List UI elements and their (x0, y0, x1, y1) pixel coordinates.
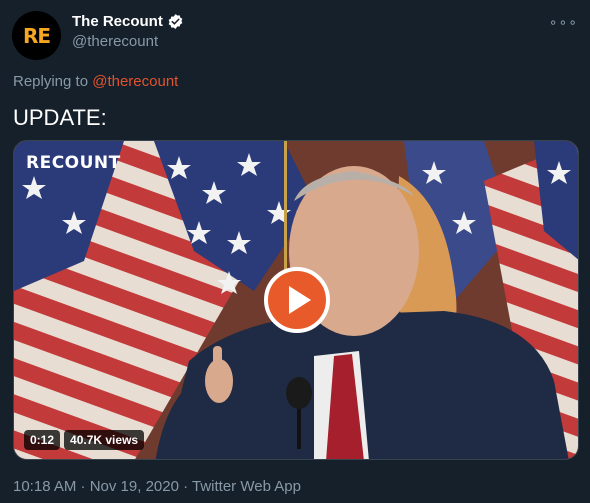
video-duration: 0:12 (24, 430, 61, 450)
author-name-row: The Recount (72, 13, 184, 30)
avatar-logo-text: RE (22, 23, 51, 48)
replying-to-label: Replying to (13, 73, 89, 90)
display-name[interactable]: The Recount (72, 13, 163, 30)
play-button[interactable] (264, 267, 330, 333)
play-icon (289, 286, 311, 314)
tweet-text: UPDATE: (13, 105, 107, 130)
more-icon[interactable]: ∘∘∘ (549, 14, 578, 31)
tweet-timestamp[interactable]: 10:18 AM · Nov 19, 2020 · Twitter Web Ap… (13, 478, 301, 495)
reply-mention-link[interactable]: @therecount (92, 73, 178, 90)
tweet: RE The Recount @therecount ∘∘∘ Replying … (0, 0, 590, 503)
video-watermark: RECOUNT (26, 153, 121, 173)
avatar[interactable]: RE (12, 11, 61, 60)
video-badges: 0:12 40.7K views (24, 430, 145, 450)
video-view-count: 40.7K views (64, 430, 145, 450)
verified-badge-icon (168, 14, 183, 29)
author-handle[interactable]: @therecount (72, 33, 158, 50)
replying-to: Replying to @therecount (13, 73, 178, 90)
video-player[interactable]: RECOUNT 0:12 40.7K views (13, 140, 579, 460)
